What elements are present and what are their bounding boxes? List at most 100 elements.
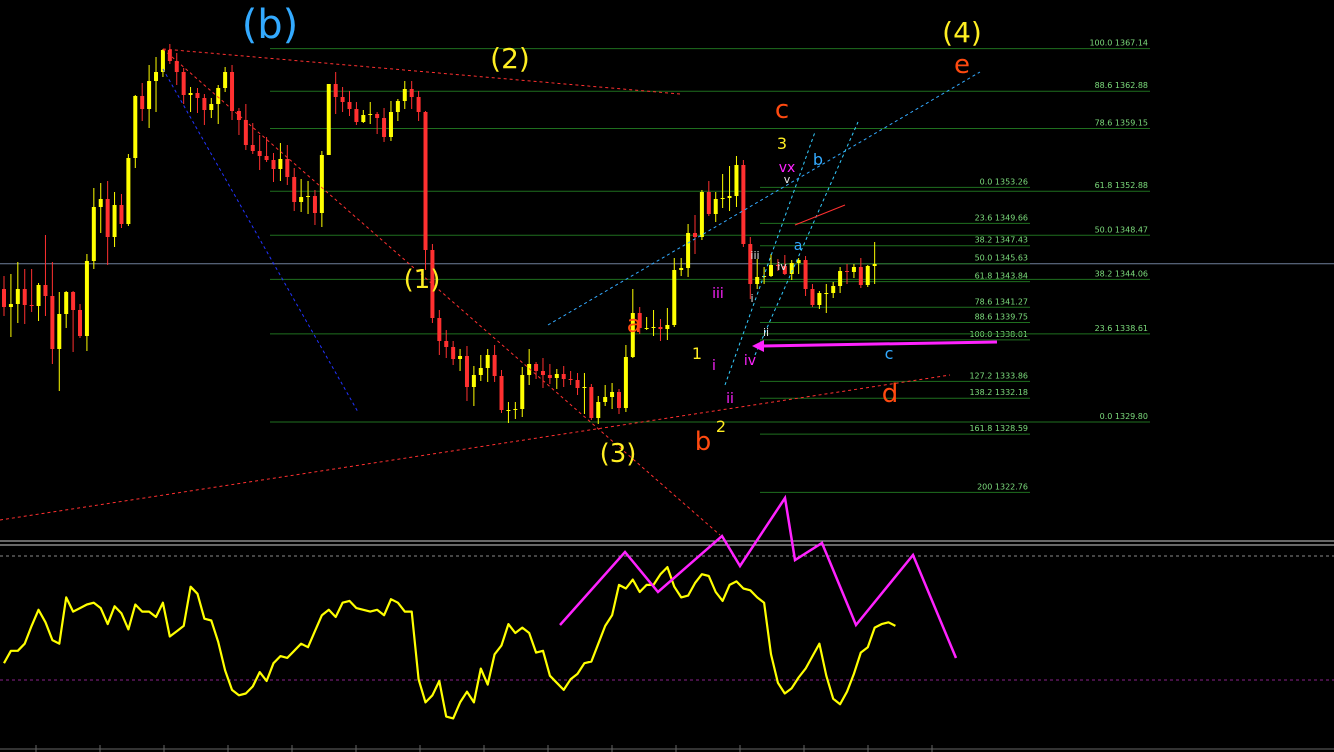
candle-body xyxy=(851,267,856,272)
candle-body xyxy=(368,114,373,115)
candle-body xyxy=(865,266,870,285)
wave-label: (2) xyxy=(490,42,530,75)
candle-body xyxy=(326,84,331,155)
candle-body xyxy=(112,205,117,237)
fib-level-label: 100.0 1367.14 xyxy=(1089,39,1148,48)
candle-body xyxy=(423,112,428,250)
candle-body xyxy=(755,277,760,284)
candle-body xyxy=(98,199,103,207)
fib-level-label: 0.0 1329.80 xyxy=(1100,412,1148,421)
candle-body xyxy=(195,93,200,98)
candle-body xyxy=(506,410,511,411)
candle-body xyxy=(57,314,62,349)
wave-label: iv xyxy=(777,260,787,273)
fib-level-label: 161.8 1328.59 xyxy=(969,424,1028,433)
candle-body xyxy=(188,93,193,95)
candle-body xyxy=(713,199,718,214)
wave-label: iii xyxy=(750,249,759,262)
candle-body xyxy=(734,165,739,196)
candle-body xyxy=(838,271,843,286)
wave-label: (1) xyxy=(404,265,441,295)
candle-body xyxy=(71,292,76,310)
candle-body xyxy=(672,270,677,325)
magenta-arrowhead-icon xyxy=(752,340,764,352)
candle-body xyxy=(167,50,172,61)
candle-body xyxy=(223,72,228,88)
candle-body xyxy=(547,375,552,378)
candle-body xyxy=(133,96,138,158)
candle-body xyxy=(513,409,518,410)
candle-body xyxy=(84,261,89,336)
wave-label: i xyxy=(712,358,716,374)
wave-label: e xyxy=(954,50,970,80)
candle-body xyxy=(803,260,808,289)
fib-level-label: 200 1322.76 xyxy=(977,482,1028,491)
candle-body xyxy=(644,328,649,329)
support-trend-line xyxy=(0,374,951,521)
wave-label: iii xyxy=(712,286,724,302)
wave-label: ii xyxy=(763,326,769,339)
wave-label: d xyxy=(882,379,899,409)
wave-label: a xyxy=(794,238,803,254)
candle-body xyxy=(29,305,34,306)
candle-body xyxy=(699,192,704,237)
candle-body xyxy=(154,72,159,81)
candle-body xyxy=(616,392,621,408)
candle-body xyxy=(727,196,732,198)
candle-body xyxy=(596,402,601,418)
candle-body xyxy=(534,364,539,371)
candle-body xyxy=(312,196,317,213)
candle-body xyxy=(340,97,345,102)
candle-body xyxy=(250,145,255,151)
fib-level-label: 88.6 1339.75 xyxy=(975,313,1028,322)
wave-label: 2 xyxy=(716,417,726,436)
candle-body xyxy=(271,160,276,169)
fib-level-label: 78.6 1341.27 xyxy=(975,297,1028,306)
candle-body xyxy=(50,296,55,349)
candle-body xyxy=(665,325,670,329)
candle-body xyxy=(382,118,387,137)
fib-level-label: 127.2 1333.86 xyxy=(969,371,1028,380)
candle-body xyxy=(706,192,711,214)
candle-body xyxy=(554,374,559,378)
candle-body xyxy=(78,310,83,336)
candle-body xyxy=(105,199,110,237)
candle-body xyxy=(845,271,850,272)
candle-body xyxy=(831,286,836,293)
candle-body xyxy=(458,356,463,359)
candle-body xyxy=(126,158,131,224)
wave-label: c xyxy=(775,95,789,125)
fib-level-label: 61.8 1352.88 xyxy=(1095,181,1148,190)
candle-body xyxy=(388,112,393,137)
fib-level-label: 88.6 1362.88 xyxy=(1095,81,1148,90)
wave-label: 1 xyxy=(692,344,702,363)
candle-body xyxy=(437,318,442,341)
fib-level-label: 0.0 1353.26 xyxy=(980,177,1028,186)
candle-body xyxy=(181,72,186,95)
candle-body xyxy=(264,156,269,160)
chart-canvas: 100.0 1367.14 88.6 1362.88 78.6 1359.15 0.0… xyxy=(0,2,1334,752)
candle-body xyxy=(817,293,822,305)
candle-body xyxy=(741,165,746,244)
fib-level-label: 138.2 1332.18 xyxy=(969,388,1028,397)
candle-body xyxy=(36,285,41,306)
upper-triangle-line xyxy=(162,48,681,95)
candle-body xyxy=(202,98,207,110)
fib-level-label: 38.2 1344.06 xyxy=(1095,269,1148,278)
candle-body xyxy=(140,96,145,109)
wave-label: ii xyxy=(726,391,734,407)
candle-body xyxy=(354,109,359,122)
oscillator-line xyxy=(3,565,896,720)
candle-body xyxy=(319,155,324,213)
candle-body xyxy=(686,233,691,268)
candle-body xyxy=(720,198,725,199)
candle-body xyxy=(603,397,608,402)
fib-level-label: 50.0 1348.47 xyxy=(1095,225,1148,234)
candle-body xyxy=(361,115,366,122)
candle-body xyxy=(285,159,290,177)
candle-body xyxy=(306,196,311,197)
candle-body xyxy=(858,267,863,285)
candle-body xyxy=(299,197,304,202)
wave-label: b xyxy=(813,150,823,169)
fib-level-label: 23.6 1338.61 xyxy=(1095,324,1148,333)
